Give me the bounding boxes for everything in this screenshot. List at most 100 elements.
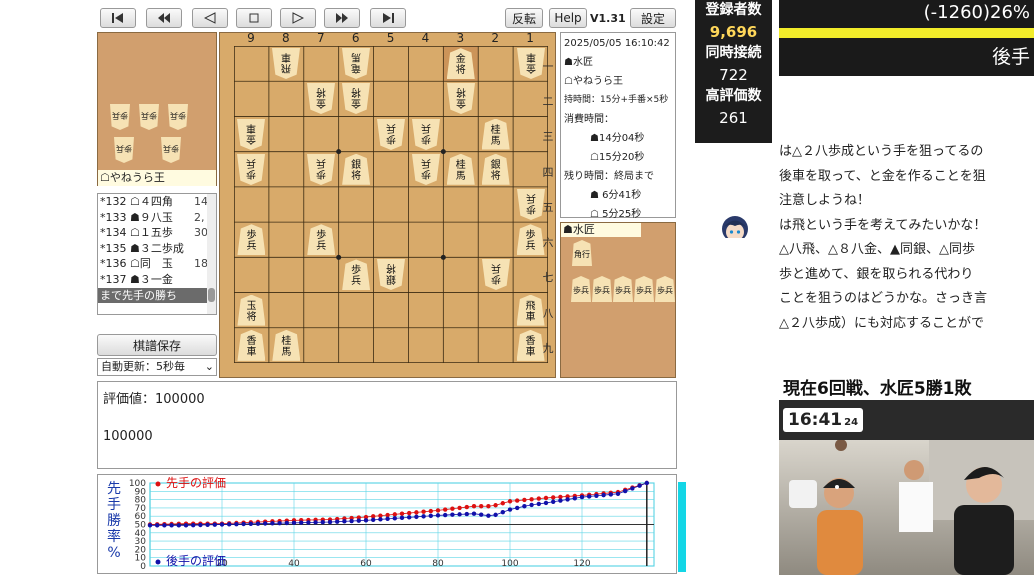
shogi-piece[interactable]: 香車 — [237, 329, 266, 361]
move-row[interactable]: *137 ☗３一金 — [98, 272, 216, 288]
shogi-piece[interactable]: 玉将 — [237, 294, 266, 326]
shogi-piece[interactable]: 歩兵 — [412, 119, 440, 150]
series-point — [479, 512, 484, 517]
shogi-piece[interactable]: 竜馬 — [342, 48, 370, 79]
series-point — [284, 520, 289, 526]
sente-hand-piece[interactable]: 歩兵 — [571, 276, 591, 302]
move-row[interactable]: *132 ☖４四角 14 — [98, 194, 216, 210]
move-time: 2, — [194, 210, 205, 224]
shogi-piece[interactable]: 金将 — [447, 83, 475, 114]
scrollbar-thumb[interactable] — [208, 288, 215, 302]
shogi-piece[interactable]: 銀将 — [342, 153, 371, 185]
last-move-button[interactable] — [370, 8, 406, 28]
gote-hand-piece[interactable]: 歩兵 — [161, 137, 181, 163]
shogi-piece[interactable]: 香車 — [516, 329, 545, 361]
chart-scroll-indicator[interactable] — [678, 482, 686, 572]
back-ten-button[interactable] — [146, 8, 182, 28]
series-point — [421, 514, 426, 519]
save-kifu-button[interactable]: 棋譜保存 — [97, 334, 217, 356]
move-row[interactable]: *134 ☖１五歩 30 — [98, 225, 216, 241]
back-one-button[interactable] — [192, 8, 228, 28]
first-move-button[interactable] — [100, 8, 136, 28]
forward-one-button[interactable] — [280, 8, 316, 28]
move-list-scrollbar[interactable] — [207, 194, 216, 314]
shogi-piece[interactable]: 歩兵 — [482, 259, 510, 290]
used-time-label: 消費時間： — [564, 114, 614, 125]
shogi-piece[interactable]: 銀将 — [377, 259, 405, 290]
series-point — [248, 521, 253, 527]
auto-update-select[interactable]: 自動更新：5秒毎 ⌄ — [97, 358, 217, 376]
sente-hand-piece[interactable]: 歩兵 — [634, 276, 654, 302]
series-point — [385, 512, 390, 518]
shogi-piece[interactable]: 桂馬 — [446, 153, 475, 185]
move-text: *136 ☖同 玉 — [100, 257, 173, 271]
shogi-piece[interactable]: 金車 — [517, 48, 545, 79]
y-tick-label: 100 — [129, 479, 146, 489]
shogi-piece[interactable]: 金車 — [237, 119, 265, 150]
clock-time: 16:41 — [788, 410, 843, 430]
shogi-piece[interactable]: 金将 — [342, 83, 370, 114]
shogi-piece[interactable]: 歩兵 — [237, 154, 265, 185]
shogi-piece[interactable]: 飛車 — [272, 48, 300, 79]
result-row[interactable]: まで先手の勝ち — [98, 287, 216, 304]
move-row[interactable]: *136 ☖同 玉 18 — [98, 256, 216, 272]
series-point — [457, 512, 462, 517]
series-point — [615, 491, 621, 496]
shogi-piece[interactable]: 歩兵 — [517, 189, 545, 220]
shogi-piece[interactable]: 金将 — [446, 48, 475, 80]
move-list[interactable]: *132 ☖４四角 14 *133 ☗９八玉 2, *134 ☖１五歩 30 *135 ☗３… — [97, 193, 217, 315]
shogi-piece[interactable]: 桂馬 — [481, 118, 510, 150]
channel-stats-panel: 登録者数 9,696 同時接続 722 高評価数 261 — [695, 0, 772, 143]
series-point — [457, 505, 462, 511]
sente-hand-piece[interactable]: 角行 — [572, 240, 592, 266]
series-point — [414, 510, 419, 515]
stop-button[interactable] — [236, 8, 272, 28]
sente-hand-piece[interactable]: 歩兵 — [592, 276, 612, 302]
series-point — [299, 520, 304, 525]
flip-button[interactable]: 反転 — [505, 8, 543, 28]
series-point — [263, 521, 268, 526]
star-point — [336, 254, 342, 260]
gote-hand-piece[interactable]: 歩兵 — [168, 104, 188, 130]
y-axis-label-char: 先 — [107, 481, 121, 497]
shogi-piece[interactable]: 歩兵 — [342, 259, 371, 291]
shogi-piece[interactable]: 歩兵 — [237, 224, 266, 256]
file-label: 3 — [456, 31, 465, 45]
gote-hand-piece[interactable]: 歩兵 — [139, 104, 159, 130]
series-point — [363, 518, 369, 523]
move-text: *135 ☗３二歩成 — [100, 241, 184, 255]
shogi-piece[interactable]: 歩兵 — [412, 154, 440, 185]
shogi-piece[interactable]: 歩兵 — [377, 119, 405, 150]
clock-seconds: 24 — [844, 417, 859, 428]
settings-button[interactable]: 設定 — [630, 8, 676, 28]
sente-hand-piece[interactable]: 歩兵 — [613, 276, 633, 302]
series-point — [644, 480, 649, 486]
help-button[interactable]: Help — [549, 8, 587, 28]
move-row[interactable]: *133 ☗９八玉 2, — [98, 210, 216, 226]
series-point — [486, 504, 491, 509]
shogi-piece[interactable]: 桂馬 — [272, 329, 301, 361]
series-point — [241, 521, 246, 527]
move-time: 18 — [194, 257, 208, 271]
series-point — [443, 507, 448, 512]
shogi-piece[interactable]: 歩兵 — [307, 224, 336, 256]
series-point — [313, 520, 318, 525]
series-point — [371, 517, 376, 523]
shogi-piece[interactable]: 歩兵 — [516, 224, 545, 256]
forward-ten-button[interactable] — [324, 8, 360, 28]
shogi-piece[interactable]: 銀将 — [481, 153, 510, 185]
move-row[interactable]: *135 ☗３二歩成 — [98, 241, 216, 257]
series-point — [450, 506, 455, 511]
shogi-piece[interactable]: 金将 — [307, 83, 335, 114]
gote-hand-piece[interactable]: 歩兵 — [110, 104, 130, 130]
win-rate-chart-svg: 010203040506070809010020 40 60 80 100 120先手勝率… — [107, 475, 655, 572]
gote-player-name: ☖やねうら王 — [98, 170, 216, 186]
series-point — [407, 510, 412, 516]
series-point — [191, 522, 196, 528]
time-control: 持時間：15分+手番×5秒 — [564, 95, 669, 105]
remaining-time-label: 残り時間：終局まで — [564, 171, 654, 182]
gote-hand-piece[interactable]: 歩兵 — [114, 137, 134, 163]
shogi-piece[interactable]: 飛車 — [516, 294, 545, 326]
shogi-piece[interactable]: 歩兵 — [307, 154, 335, 185]
sente-hand-piece[interactable]: 歩兵 — [655, 276, 675, 302]
